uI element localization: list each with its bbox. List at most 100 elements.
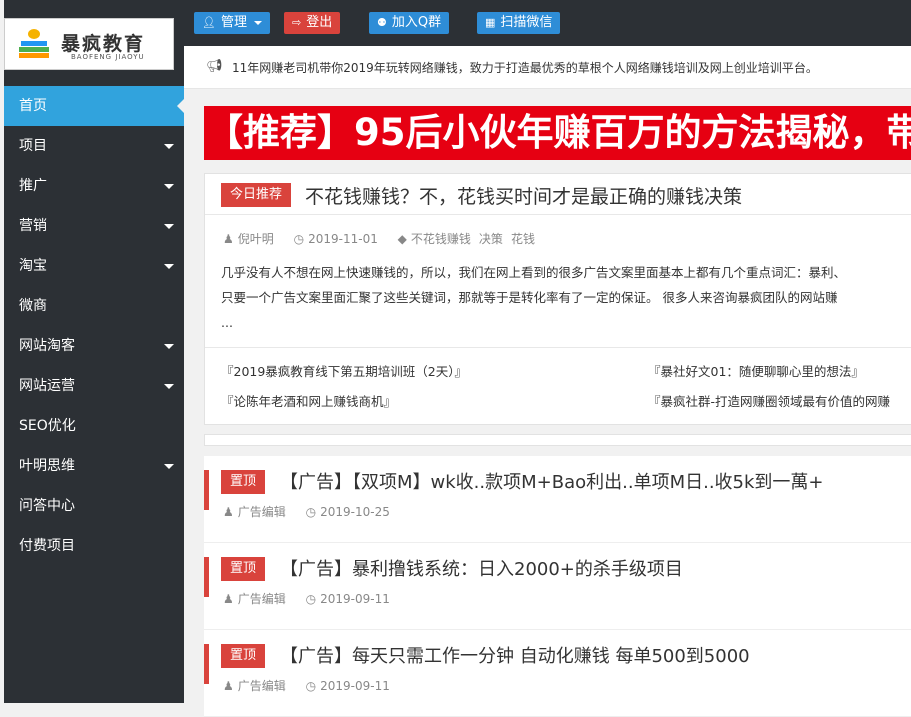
divider [205,214,911,215]
logo-subtitle: BAOFENG JIAOYU [71,53,145,61]
sidebar-item-label: 付费项目 [19,538,75,554]
sidebar-item-paid-projects[interactable]: 付费项目 [4,526,184,566]
chevron-down-icon [164,264,174,269]
pinned-badge: 置顶 [221,470,266,494]
section-spacer [204,434,911,446]
post-title[interactable]: 【广告】每天只需工作一分钟 自动化赚钱 每单500到5000 [280,642,750,668]
chevron-down-icon [164,224,174,229]
featured-article-card: 今日推荐 不花钱赚钱？不，花钱买时间才是最正确的赚钱决策 ♟ 倪叶明 ◷ 2019-… [204,173,911,425]
post-meta: ♟ 广告编辑 ◷ 2019-09-11 [223,590,406,607]
chevron-down-icon [164,344,174,349]
keyword-link[interactable]: 花钱 [511,232,535,246]
sidebar-item-taobao[interactable]: 淘宝 [4,246,184,286]
divider [205,347,911,348]
user-icon: ♟ [223,232,234,246]
sidebar: 暴疯教育 BAOFENG JIAOYU 首页 项目 推广 营销 淘宝 微商 网站… [4,0,185,703]
chevron-down-icon [254,20,263,25]
chevron-down-icon [164,184,174,189]
list-item: 置顶 【广告】每天只需工作一分钟 自动化赚钱 每单500到5000 ♟ 广告编辑 … [204,630,911,717]
sidebar-item-label: 推广 [19,178,47,194]
author-name[interactable]: 广告编辑 [238,592,286,606]
excerpt-line: 只要一个广告文案里面汇聚了这些关键词，那就等于是转化率有了一定的保证。 很多人来… [221,290,838,305]
excerpt-line: 几乎没有人不想在网上快速赚钱的，所以，我们在网上看到的很多广告文案里面基本上都有… [221,265,847,280]
excerpt-line: ... [221,315,233,330]
sidebar-item-projects[interactable]: 项目 [4,126,184,166]
sidebar-item-yeming-thinking[interactable]: 叶明思维 [4,446,184,486]
chevron-down-icon [164,384,174,389]
sidebar-item-marketing[interactable]: 营销 [4,206,184,246]
top-bar: 👤︎ 管理 ⇨ 登出 ⚉ 加入Q群 ▦ 扫描微信 [184,0,911,46]
sidebar-item-label: 淘宝 [19,258,47,274]
sidebar-item-label: 问答中心 [19,498,75,514]
sidebar-item-label: 项目 [19,138,47,154]
post-meta: ♟ 广告编辑 ◷ 2019-09-11 [223,677,406,694]
manage-label: 管理 [220,15,247,30]
sidebar-item-wechat-business[interactable]: 微商 [4,286,184,326]
post-date: 2019-11-01 [308,232,378,246]
post-title[interactable]: 【广告】【双项M】wk收..款项M+Bao利出..单项M日..收5k到一萬+ [280,468,824,494]
user-icon: ♟ [223,592,234,606]
featured-excerpt: 几乎没有人不想在网上快速赚钱的，所以，我们在网上看到的很多广告文案里面基本上都有… [221,260,911,335]
related-link[interactable]: 『暴社好文01：随便聊聊心里的想法』 [648,361,864,380]
promo-banner[interactable]: 【推荐】95后小伙年赚百万的方法揭秘，带人操作 [204,106,911,160]
clock-icon: ◷ [305,505,317,519]
clock-icon: ◷ [293,232,305,246]
sidebar-item-qa-center[interactable]: 问答中心 [4,486,184,526]
logout-label: 登出 [306,15,333,30]
scan-wechat-label: 扫描微信 [500,15,553,30]
accent-bar [204,644,209,684]
site-logo[interactable]: 暴疯教育 BAOFENG JIAOYU [4,18,174,70]
post-title[interactable]: 【广告】暴利撸钱系统：日入2000+的杀手级项目 [280,555,683,581]
megaphone-icon: 📢︎ [206,59,223,74]
notice-text: 11年网赚老司机带你2019年玩转网络赚钱，致力于打造最优秀的草根个人网络赚钱培… [232,61,818,75]
scan-wechat-button[interactable]: ▦ 扫描微信 [477,12,561,34]
featured-meta: ♟ 倪叶明 ◷ 2019-11-01 ◆ 不花钱赚钱 决策 花钱 [223,230,543,247]
sidebar-item-label: 微商 [19,298,47,314]
clock-icon: ◷ [305,592,317,606]
logout-icon: ⇨ [292,16,302,29]
banner-text: 【推荐】95后小伙年赚百万的方法揭秘，带人操作 [206,111,911,154]
qrcode-icon: ▦ [485,16,496,29]
sidebar-item-site-operation[interactable]: 网站运营 [4,366,184,406]
user-icon: 👤︎ [202,16,216,29]
manage-button[interactable]: 👤︎ 管理 [194,12,271,34]
related-link[interactable]: 『2019暴疯教育线下第五期培训班（2天）』 [221,361,467,380]
post-date: 2019-09-11 [320,592,390,606]
author-name[interactable]: 广告编辑 [238,505,286,519]
author-name[interactable]: 倪叶明 [238,232,274,246]
pinned-badge: 置顶 [221,644,266,668]
today-recommend-badge: 今日推荐 [221,183,292,207]
join-qq-group-button[interactable]: ⚉ 加入Q群 [369,12,450,34]
post-date: 2019-09-11 [320,679,390,693]
logo-title: 暴疯教育 [61,33,146,55]
list-item: 置顶 【广告】暴利撸钱系统：日入2000+的杀手级项目 ♟ 广告编辑 ◷ 2019-… [204,543,911,630]
accent-bar [204,557,209,597]
sidebar-item-seo[interactable]: SEO优化 [4,406,184,446]
sidebar-item-site-taoke[interactable]: 网站淘客 [4,326,184,366]
user-icon: ♟ [223,505,234,519]
sidebar-item-label: 叶明思维 [19,458,75,474]
keyword-link[interactable]: 决策 [479,232,503,246]
related-link[interactable]: 『论陈年老酒和网上赚钱商机』 [221,391,396,410]
sidebar-item-home[interactable]: 首页 [4,86,185,126]
accent-bar [204,470,209,510]
featured-article-title[interactable]: 不花钱赚钱？不，花钱买时间才是最正确的赚钱决策 [305,182,742,209]
logo-mark-icon [19,29,51,59]
clock-icon: ◷ [305,679,317,693]
sidebar-item-promotion[interactable]: 推广 [4,166,184,206]
post-meta: ♟ 广告编辑 ◷ 2019-10-25 [223,503,406,520]
chevron-down-icon [164,144,174,149]
logout-button[interactable]: ⇨ 登出 [284,12,341,34]
sidebar-menu: 首页 项目 推广 营销 淘宝 微商 网站淘客 网站运营 SEO优化 叶明思维 问… [4,86,185,566]
sidebar-item-label: 营销 [19,218,47,234]
group-icon: ⚉ [377,16,387,29]
keyword-link[interactable]: 不花钱赚钱 [411,232,471,246]
sidebar-item-label: 首页 [19,98,47,114]
related-link[interactable]: 『暴疯社群-打造网赚圈领域最有价值的网赚 [648,391,890,410]
user-icon: ♟ [223,679,234,693]
sidebar-item-label: 网站淘客 [19,338,75,354]
active-indicator [177,98,185,114]
list-item: 置顶 【广告】【双项M】wk收..款项M+Bao利出..单项M日..收5k到一萬… [204,456,911,543]
notice-bar: 📢︎ 11年网赚老司机带你2019年玩转网络赚钱，致力于打造最优秀的草根个人网络… [184,46,911,89]
author-name[interactable]: 广告编辑 [238,679,286,693]
